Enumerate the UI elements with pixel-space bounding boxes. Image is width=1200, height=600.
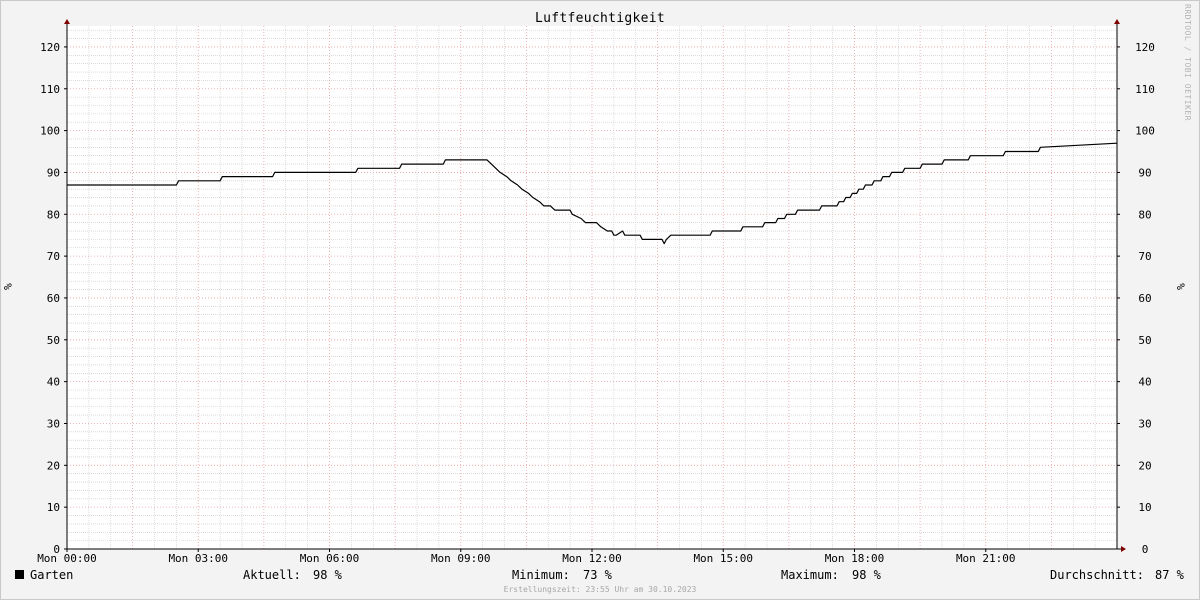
- legend-durchschnitt-label: Durchschnitt:: [1050, 568, 1144, 582]
- y-tick-label-left: 10: [47, 501, 60, 514]
- y-tick-label-right: 70: [1138, 250, 1151, 263]
- y-tick-label-left: 70: [47, 250, 60, 263]
- x-tick-label: Mon 06:00: [300, 552, 360, 565]
- legend-minimum-label: Minimum:: [512, 568, 570, 582]
- y-tick-label-left: 80: [47, 208, 60, 221]
- y-tick-label-right: 100: [1135, 125, 1155, 138]
- legend-swatch: [15, 570, 24, 579]
- x-tick-label: Mon 15:00: [693, 552, 753, 565]
- y-tick-label-left: 20: [47, 459, 60, 472]
- x-tick-label: Mon 03:00: [168, 552, 228, 565]
- legend-series-name: Garten: [30, 568, 74, 582]
- y-tick-label-left: 50: [47, 334, 60, 347]
- x-tick-label: Mon 12:00: [562, 552, 622, 565]
- legend-maximum-label: Maximum:: [781, 568, 839, 582]
- y-tick-label-left: 60: [47, 292, 60, 305]
- y-tick-label-right: 40: [1138, 376, 1151, 389]
- chart-canvas: 0 010 1020 2030 3040 4050 5060 6070 7080 8090 9010…: [37, 19, 1155, 565]
- legend-maximum-value: 98 %: [852, 568, 881, 582]
- y-tick-label-right: 50: [1138, 334, 1151, 347]
- y-tick-label-right: 120: [1135, 41, 1155, 54]
- y-tick-label-left: 100: [40, 125, 60, 138]
- y-tick-label-right: 80: [1138, 208, 1151, 221]
- y-tick-label-left: 40: [47, 376, 60, 389]
- y-tick-label-left: 110: [40, 83, 60, 96]
- legend-aktuell-label: Aktuell:: [243, 568, 301, 582]
- x-tick-label: Mon 21:00: [956, 552, 1016, 565]
- y-tick-label-right: 110: [1135, 83, 1155, 96]
- y-tick-label-right: 90: [1138, 166, 1151, 179]
- x-tick-label: Mon 09:00: [431, 552, 491, 565]
- y-tick-label-left: 30: [47, 417, 60, 430]
- y-tick-label-right: 60: [1138, 292, 1151, 305]
- y-tick-label-right: 30: [1138, 417, 1151, 430]
- y-tick-label-left: 120: [40, 41, 60, 54]
- y-tick-label-right: 0: [1142, 543, 1149, 556]
- x-tick-label: Mon 18:00: [825, 552, 885, 565]
- x-tick-label: Mon 00:00: [37, 552, 97, 565]
- legend-durchschnitt-value: 87 %: [1155, 568, 1184, 582]
- y-tick-label-left: 90: [47, 166, 60, 179]
- generation-timestamp: Erstellungszeit: 23:55 Uhr am 30.10.2023: [503, 585, 697, 594]
- x-axis-arrow: [1121, 546, 1126, 552]
- legend-minimum-value: 73 %: [583, 568, 612, 582]
- y-axis-arrow-right: [1114, 19, 1120, 24]
- legend-aktuell-value: 98 %: [313, 568, 342, 582]
- y-tick-label-right: 10: [1138, 501, 1151, 514]
- y-axis-arrow-left: [64, 19, 70, 24]
- y-tick-label-right: 20: [1138, 459, 1151, 472]
